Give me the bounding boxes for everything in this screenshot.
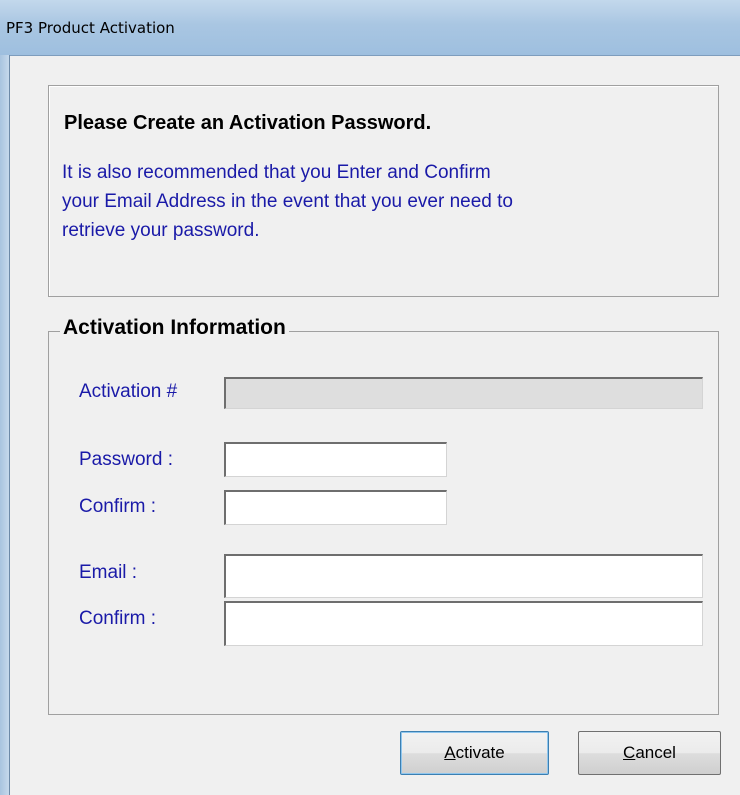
activation-number-label: Activation #	[79, 381, 178, 402]
title-bar[interactable]: PF3 Product Activation	[0, 0, 740, 56]
activate-mnemonic: A	[444, 743, 456, 762]
email-field[interactable]	[224, 554, 703, 598]
password-confirm-label: Confirm :	[79, 496, 157, 517]
info-text-line: It is also recommended that you Enter an…	[62, 162, 491, 183]
cancel-label: ancel	[635, 743, 676, 762]
password-confirm-field[interactable]	[224, 490, 447, 525]
info-text: It is also recommended that you Enter an…	[62, 158, 702, 245]
info-text-line: your Email Address in the event that you…	[62, 191, 513, 212]
activate-button[interactable]: Activate	[400, 731, 549, 775]
email-label: Email :	[79, 562, 138, 583]
cancel-button[interactable]: Cancel	[578, 731, 721, 775]
password-field[interactable]	[224, 442, 447, 477]
password-label: Password :	[79, 449, 173, 470]
email-confirm-label: Confirm :	[79, 608, 157, 629]
window-frame-left	[0, 55, 10, 795]
activation-number-field[interactable]	[224, 377, 703, 409]
group-legend: Activation Information	[60, 316, 289, 340]
info-text-line: retrieve your password.	[62, 220, 260, 241]
email-confirm-field[interactable]	[224, 601, 703, 646]
window-title: PF3 Product Activation	[6, 19, 175, 37]
info-heading: Please Create an Activation Password.	[64, 112, 432, 134]
activate-label: ctivate	[455, 743, 505, 762]
cancel-mnemonic: C	[623, 743, 636, 762]
